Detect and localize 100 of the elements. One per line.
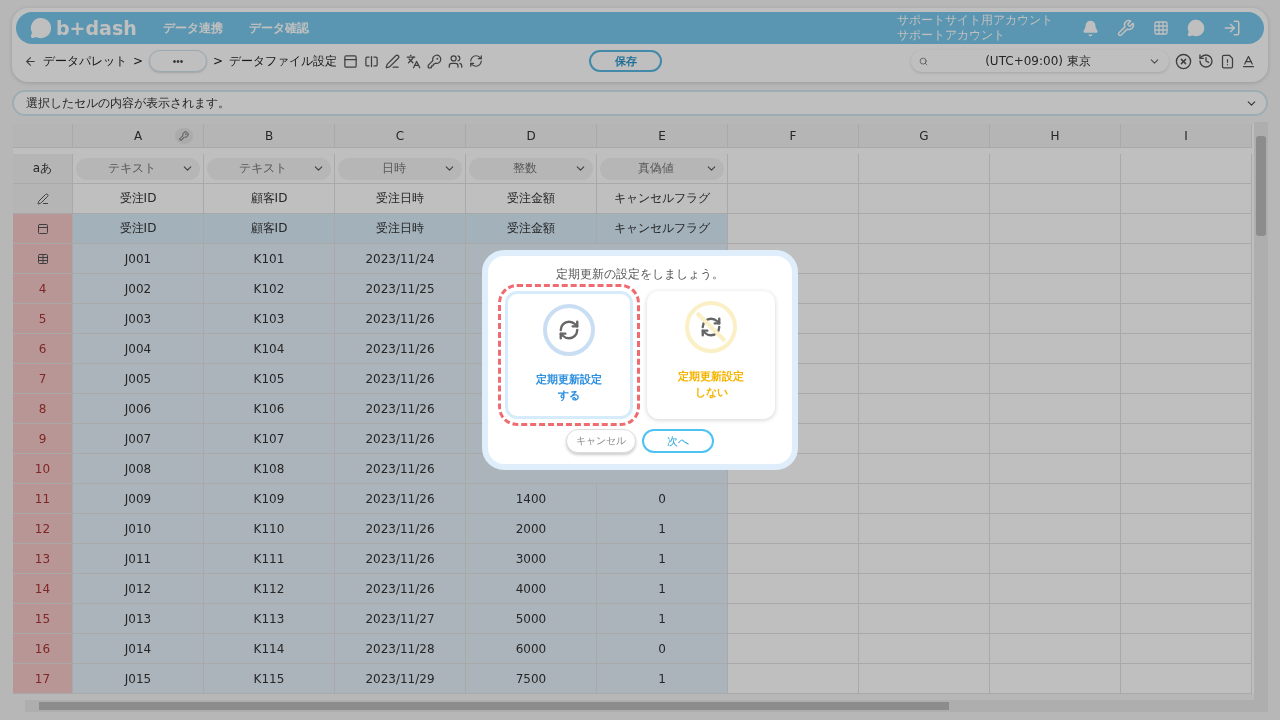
table-cell: 2023/11/26 [335, 454, 466, 484]
table-cell: キャンセルフラグ [597, 214, 728, 244]
type-select[interactable]: テキスト [76, 157, 200, 180]
column-header[interactable]: G [859, 124, 990, 148]
row-number: 17 [13, 664, 73, 694]
table-cell: 2023/11/26 [335, 334, 466, 364]
type-select[interactable]: テキスト [207, 157, 331, 180]
row-number: 7 [13, 364, 73, 394]
table-cell: 2023/11/26 [335, 304, 466, 334]
column-header[interactable]: I [1121, 124, 1252, 148]
table-cell: 2023/11/27 [335, 604, 466, 634]
table-cell: K115 [204, 664, 335, 694]
table-cell: K110 [204, 514, 335, 544]
account-name: サポートサイト用アカウント [897, 13, 1053, 28]
row-number: 11 [13, 484, 73, 514]
table-cell: K111 [204, 544, 335, 574]
column-header[interactable]: C [335, 124, 466, 148]
row-number: 10 [13, 454, 73, 484]
table-cell: J001 [73, 244, 204, 274]
table-cell: 2023/11/29 [335, 664, 466, 694]
table-cell: 受注日時 [335, 214, 466, 244]
column-header[interactable]: D [466, 124, 597, 148]
table-cell: 2023/11/26 [335, 364, 466, 394]
table-cell: 1 [597, 514, 728, 544]
table-cell: 3000 [466, 544, 597, 574]
breadcrumb-current: データファイル設定 [229, 52, 338, 70]
table-cell: 2023/11/28 [335, 634, 466, 664]
breadcrumb-separator: > [133, 54, 144, 68]
type-select[interactable]: 日時 [338, 157, 462, 180]
table-cell: 0 [597, 634, 728, 664]
option-label: 定期更新設定 しない [678, 369, 744, 401]
row-number: 12 [13, 514, 73, 544]
table-cell: 受注ID [73, 214, 204, 244]
row-number: 13 [13, 544, 73, 574]
table-cell: 1 [597, 664, 728, 694]
table-cell: 2023/11/26 [335, 484, 466, 514]
table-cell: 受注金額 [466, 214, 597, 244]
breadcrumb-separator: > [213, 54, 224, 68]
cell-content-field[interactable]: 選択したセルの内容が表示されます。 [12, 90, 1268, 116]
column-header[interactable]: E [597, 124, 728, 148]
table-cell: K105 [204, 364, 335, 394]
table-cell: J008 [73, 454, 204, 484]
table-cell: J003 [73, 304, 204, 334]
table-cell: J013 [73, 604, 204, 634]
row-number: 15 [13, 604, 73, 634]
table-cell: 2023/11/26 [335, 544, 466, 574]
dialog-title: 定期更新の設定をしましょう。 [556, 266, 724, 283]
table-cell: 7500 [466, 664, 597, 694]
cancel-button[interactable]: キャンセル [566, 429, 636, 453]
table-cell: キャンセルフラグ [597, 184, 728, 214]
table-cell: 顧客ID [204, 184, 335, 214]
table-cell: K112 [204, 574, 335, 604]
table-cell: 0 [597, 484, 728, 514]
table-cell: 1400 [466, 484, 597, 514]
table-cell: 5000 [466, 604, 597, 634]
table-cell: J006 [73, 394, 204, 424]
table-cell: 顧客ID [204, 214, 335, 244]
row-number: 5 [13, 304, 73, 334]
type-select[interactable]: 整数 [469, 157, 593, 180]
table-cell: J002 [73, 274, 204, 304]
table-cell: K108 [204, 454, 335, 484]
table-cell: 2023/11/26 [335, 514, 466, 544]
table-cell: K103 [204, 304, 335, 334]
table-cell: J011 [73, 544, 204, 574]
table-cell: K102 [204, 274, 335, 304]
option-label: 定期更新設定 する [536, 372, 602, 404]
row-number: 6 [13, 334, 73, 364]
table-cell: K106 [204, 394, 335, 424]
more-button[interactable]: ••• [149, 50, 208, 72]
table-cell: 6000 [466, 634, 597, 664]
breadcrumb-link[interactable]: データパレット [43, 52, 127, 70]
table-cell: 1 [597, 544, 728, 574]
table-cell: 1 [597, 574, 728, 604]
column-header[interactable]: F [728, 124, 859, 148]
table-cell: J009 [73, 484, 204, 514]
table-cell: K109 [204, 484, 335, 514]
table-cell: J007 [73, 424, 204, 454]
table-cell: J014 [73, 634, 204, 664]
timezone-select[interactable]: (UTC+09:00) 東京 [911, 50, 1169, 72]
table-cell: J010 [73, 514, 204, 544]
type-row-label: aあ [13, 154, 73, 184]
table-cell: 2023/11/25 [335, 274, 466, 304]
table-cell: 1 [597, 604, 728, 634]
table-cell: 2023/11/26 [335, 394, 466, 424]
row-number: 9 [13, 424, 73, 454]
table-cell: 受注金額 [466, 184, 597, 214]
account-name: サポートアカウント [897, 28, 1006, 43]
table-cell: 2000 [466, 514, 597, 544]
column-header[interactable]: H [990, 124, 1121, 148]
column-header[interactable]: B [204, 124, 335, 148]
table-cell: 2023/11/24 [335, 244, 466, 274]
row-number: 8 [13, 394, 73, 424]
type-select[interactable]: 真偽値 [600, 157, 724, 180]
table-cell: K114 [204, 634, 335, 664]
table-cell: 2023/11/26 [335, 424, 466, 454]
table-cell: 受注ID [73, 184, 204, 214]
table-cell: J015 [73, 664, 204, 694]
column-header[interactable]: A [73, 124, 204, 148]
table-cell: K107 [204, 424, 335, 454]
table-cell: J004 [73, 334, 204, 364]
